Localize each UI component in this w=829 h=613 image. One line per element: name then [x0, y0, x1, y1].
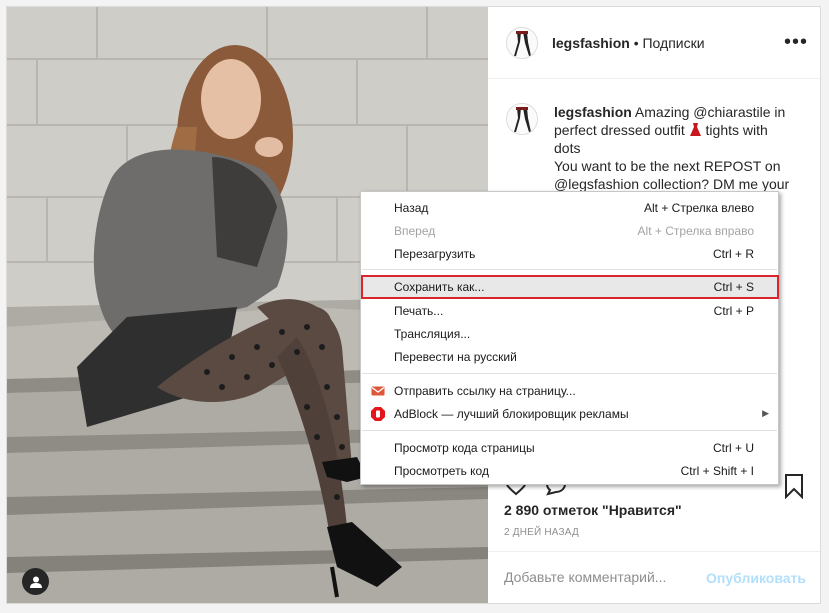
menu-item-view-source[interactable]: Просмотр кода страницы Ctrl + U — [361, 437, 778, 459]
mail-icon — [371, 386, 385, 396]
person-icon — [29, 576, 42, 588]
menu-item-label: Сохранить как... — [394, 280, 485, 294]
menu-item-label: AdBlock — лучший блокировщик рекламы — [394, 407, 629, 421]
menu-item-label: Печать... — [394, 304, 444, 318]
menu-item-send-link[interactable]: Отправить ссылку на страницу... — [361, 380, 778, 402]
menu-item-shortcut: Ctrl + S — [713, 280, 754, 294]
dress-emoji-icon — [689, 123, 701, 136]
menu-separator — [362, 430, 777, 431]
menu-item-label: Вперед — [394, 224, 436, 238]
caption-line-1: Amazing @chiarastile in — [634, 104, 786, 120]
menu-item-shortcut: Ctrl + U — [712, 441, 754, 455]
menu-item-label: Перезагрузить — [394, 247, 476, 261]
caption-line-2: perfect dressed outfit — [554, 122, 685, 138]
menu-item-label: Отправить ссылку на страницу... — [394, 384, 576, 398]
post-header-text: legsfashion • Подписки — [552, 35, 705, 51]
menu-item-shortcut: Alt + Стрелка вправо — [637, 224, 754, 238]
menu-item-label: Перевести на русский — [394, 350, 517, 364]
menu-item-reload[interactable]: Перезагрузить Ctrl + R — [361, 243, 778, 265]
menu-item-cast[interactable]: Трансляция... — [361, 323, 778, 345]
menu-item-label: Просмотреть код — [394, 464, 489, 478]
publish-button[interactable]: Опубликовать — [706, 570, 806, 586]
bookmark-icon[interactable] — [782, 473, 806, 499]
menu-item-shortcut: Alt + Стрелка влево — [643, 201, 754, 215]
caption-username[interactable]: legsfashion — [554, 104, 632, 120]
user-tag-icon[interactable] — [22, 568, 49, 595]
menu-separator — [362, 373, 777, 374]
avatar-icon — [507, 28, 537, 58]
menu-item-back[interactable]: Назад Alt + Стрелка влево — [361, 197, 778, 219]
menu-item-label: Просмотр кода страницы — [394, 441, 535, 455]
menu-item-inspect[interactable]: Просмотреть код Ctrl + Shift + I — [361, 460, 778, 482]
caption-line-4: You want to be the next REPOST on — [554, 158, 781, 174]
menu-item-label: Назад — [394, 201, 429, 215]
comment-input[interactable] — [504, 569, 704, 585]
avatar-icon — [507, 104, 537, 134]
more-options-button[interactable]: ••• — [784, 32, 808, 52]
menu-separator — [362, 269, 777, 270]
menu-item-translate[interactable]: Перевести на русский — [361, 346, 778, 368]
avatar[interactable] — [506, 27, 538, 59]
header-username[interactable]: legsfashion — [552, 35, 630, 51]
adblock-icon — [371, 407, 385, 421]
likes-count[interactable]: 2 890 отметок "Нравится" — [504, 502, 682, 518]
menu-item-shortcut: Ctrl + P — [713, 304, 754, 318]
caption-line-3: dots — [554, 140, 581, 156]
caption-line-2-tail: tights with — [705, 122, 768, 138]
menu-item-forward[interactable]: Вперед Alt + Стрелка вправо — [361, 220, 778, 242]
menu-item-adblock[interactable]: AdBlock — лучший блокировщик рекламы ▶ — [361, 403, 778, 425]
menu-item-shortcut: Ctrl + R — [712, 247, 754, 261]
menu-item-print[interactable]: Печать... Ctrl + P — [361, 300, 778, 322]
post-date[interactable]: 2 ДНЕЙ НАЗАД — [504, 527, 579, 538]
browser-context-menu: Назад Alt + Стрелка влево Вперед Alt + С… — [360, 191, 779, 485]
post-caption: legsfashion Amazing @chiarastile in perf… — [554, 103, 810, 193]
submenu-arrow-icon: ▶ — [762, 408, 769, 418]
caption-avatar[interactable] — [506, 103, 538, 135]
menu-item-shortcut: Ctrl + Shift + I — [680, 464, 754, 478]
post-header: legsfashion • Подписки ••• — [488, 7, 820, 79]
menu-item-save-as[interactable]: Сохранить как... Ctrl + S — [361, 276, 778, 298]
comment-bar: Опубликовать — [488, 551, 820, 603]
follow-button[interactable]: Подписки — [642, 35, 704, 51]
menu-item-label: Трансляция... — [394, 327, 471, 341]
header-separator: • — [633, 35, 639, 51]
